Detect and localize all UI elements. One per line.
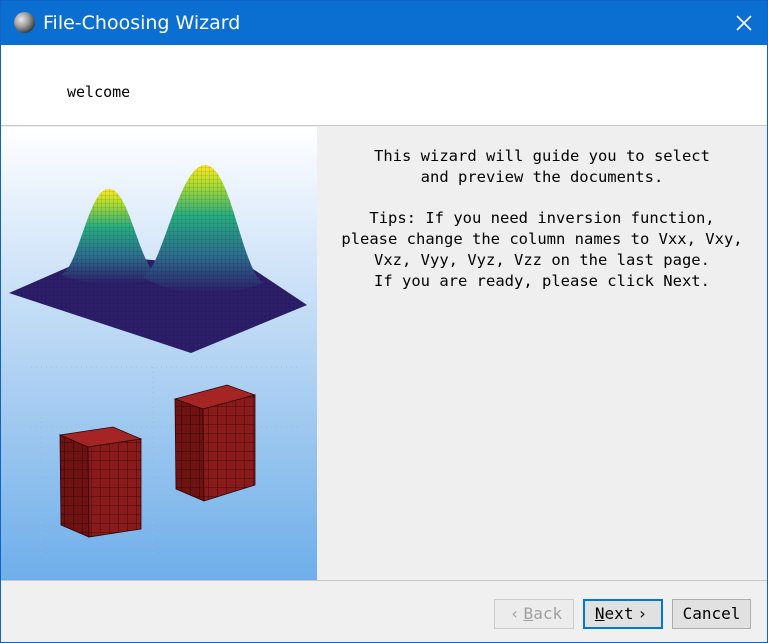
back-button[interactable]: ‹ Back [494,599,574,629]
wizard-footer: ‹ Back Next › Cancel [1,580,767,642]
wizard-window: File-Choosing Wizard welcome This wizard… [0,0,768,643]
next-button[interactable]: Next › [583,599,663,629]
close-icon [736,15,752,31]
close-button[interactable] [721,1,767,45]
wizard-illustration [1,127,317,580]
chevron-right-icon: › [637,604,648,623]
intro-text: This wizard will guide you to select and… [374,147,710,186]
wizard-content: This wizard will guide you to select and… [317,127,767,580]
wizard-header: welcome [1,45,767,126]
chevron-left-icon: ‹ [509,604,520,623]
cancel-button[interactable]: Cancel [672,599,751,629]
window-title: File-Choosing Wizard [43,12,241,34]
next-label: ext [604,604,634,623]
next-mnemonic: N [594,604,605,623]
header-text: welcome [67,83,131,101]
prism-block-left [58,426,143,538]
back-mnemonic: B [523,604,534,623]
back-label: ack [533,604,563,623]
illustration-graphic [9,165,307,557]
prism-block-right [173,384,257,502]
tips-text: Tips: If you need inversion function, pl… [341,209,743,290]
title-bar[interactable]: File-Choosing Wizard [1,1,767,45]
globe-icon [14,12,35,33]
